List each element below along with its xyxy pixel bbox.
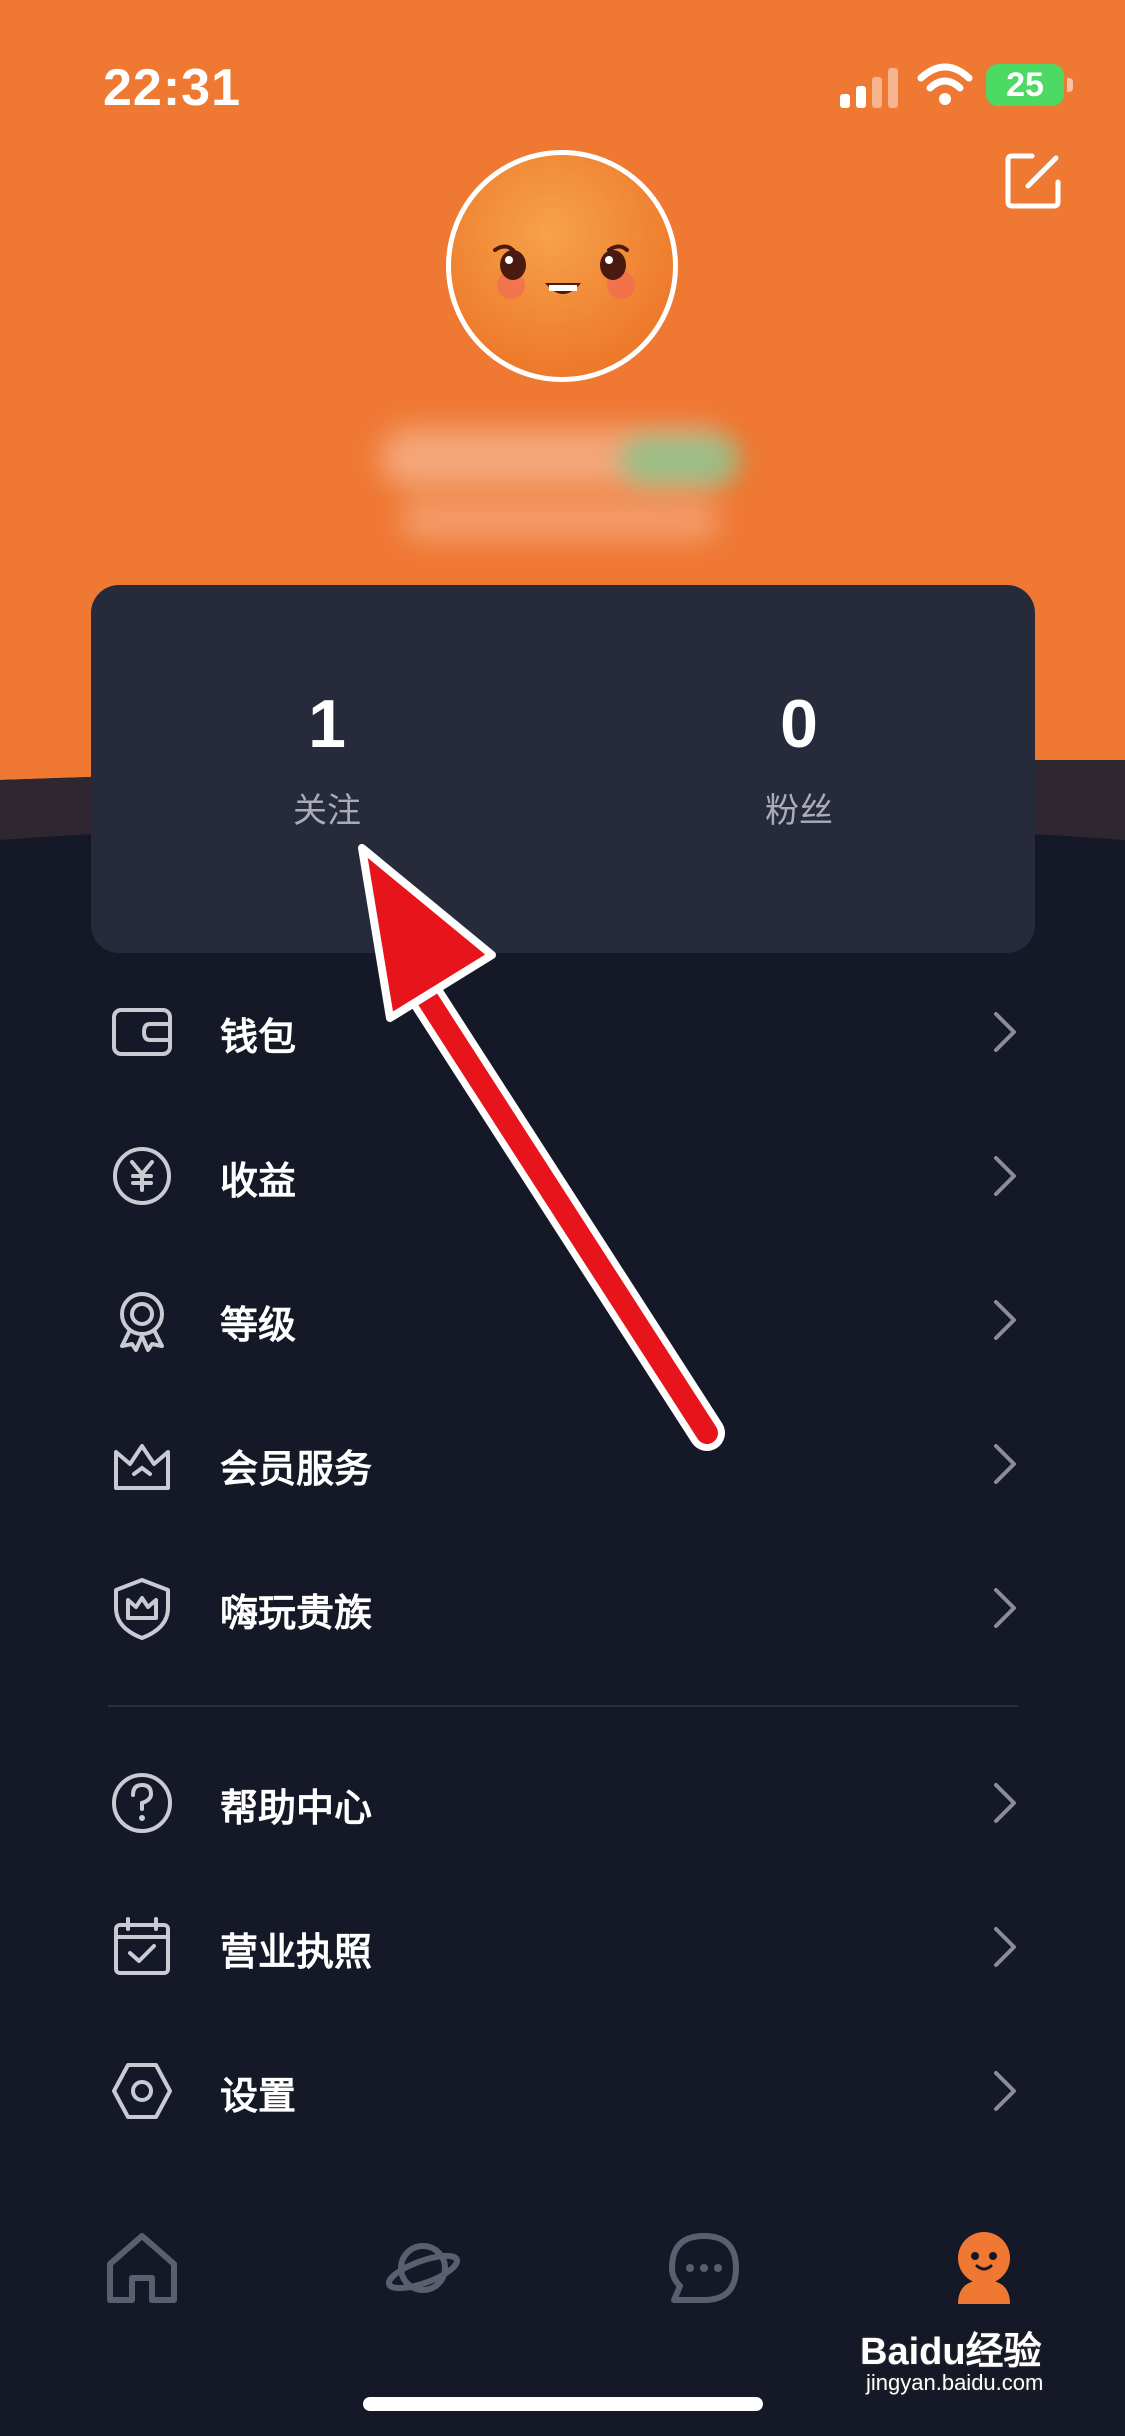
annotation-arrow	[358, 844, 725, 1451]
